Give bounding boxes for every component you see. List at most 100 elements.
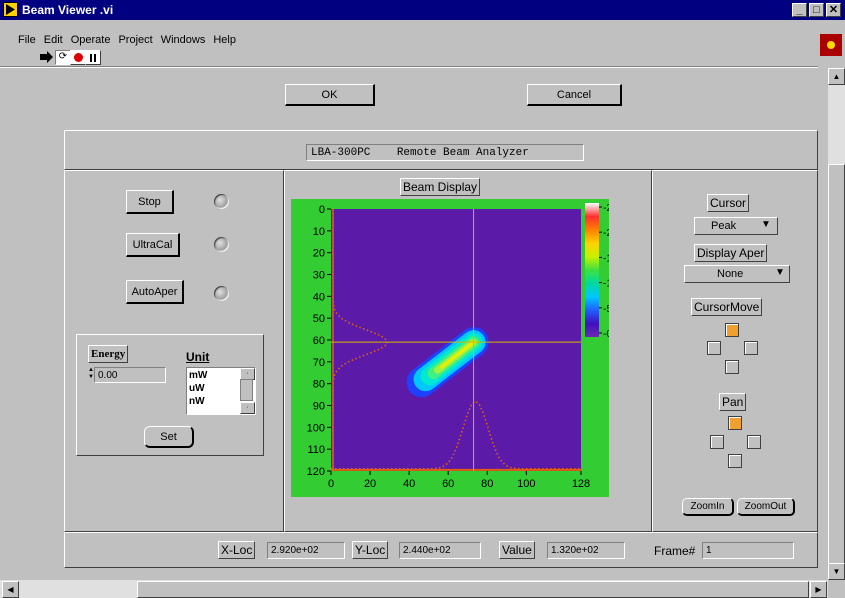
- beam-display-title: Beam Display: [400, 178, 481, 196]
- cursormove-label: CursorMove: [691, 298, 763, 316]
- scroll-right-arrow-icon[interactable]: ▶: [810, 581, 827, 598]
- colorbar-tick-label: -200: [603, 228, 609, 239]
- x-tick-label: 40: [403, 478, 415, 490]
- chevron-down-icon: ▼: [761, 219, 771, 230]
- colorbar-tick-label: -50: [603, 304, 609, 315]
- header-title: LBA-300PC Remote Beam Analyzer: [306, 144, 584, 161]
- pause-icon[interactable]: [85, 50, 101, 65]
- close-button[interactable]: ✕: [826, 3, 841, 17]
- y-tick-label: 90: [313, 401, 325, 413]
- xloc-label: X-Loc: [218, 541, 256, 559]
- display-aper-label: Display Aper: [694, 244, 768, 262]
- y-tick-label: 100: [307, 422, 325, 434]
- menu-project[interactable]: Project: [118, 34, 152, 46]
- cursormove-left-button[interactable]: [707, 341, 721, 355]
- chevron-down-icon: ▼: [775, 267, 785, 278]
- cursormove-up-button[interactable]: [725, 323, 739, 337]
- stop-button[interactable]: Stop: [126, 190, 174, 214]
- cursormove-down-button[interactable]: [725, 360, 739, 374]
- set-button[interactable]: Set: [144, 426, 194, 448]
- title-bar: Beam Viewer .vi _ □ ✕: [0, 0, 845, 20]
- labview-logo-icon: [820, 34, 842, 56]
- display-aper-select[interactable]: None ▼: [684, 265, 790, 283]
- pan-down-button[interactable]: [728, 454, 742, 468]
- y-tick-label: 0: [319, 204, 325, 216]
- x-tick-label: 20: [364, 478, 376, 490]
- ultracal-led: [214, 237, 229, 252]
- y-tick-label: 40: [313, 291, 325, 303]
- zoomin-button[interactable]: ZoomIn: [682, 498, 734, 516]
- x-tick-label: 100: [517, 478, 535, 490]
- scroll-up-arrow-icon[interactable]: ▲: [828, 68, 845, 85]
- energy-input[interactable]: 0.00: [94, 367, 166, 383]
- frame-value: 1: [702, 542, 794, 559]
- beam-display-chart: 0 10 20 30 40 50 60 70 80 90 100 110 120 0 20 40 60 80 10…: [291, 199, 623, 497]
- vertical-scrollbar[interactable]: ▲ ▼: [828, 68, 845, 580]
- run-arrow-icon[interactable]: [40, 51, 54, 63]
- colorbar-tick-label: -100: [603, 279, 609, 290]
- app-icon: [3, 2, 18, 17]
- menu-edit[interactable]: Edit: [44, 34, 63, 46]
- ok-button[interactable]: OK: [285, 84, 375, 106]
- zoomout-button[interactable]: ZoomOut: [737, 498, 795, 516]
- menu-bar: File Edit Operate Project Windows Help: [18, 34, 244, 46]
- y-tick-label: 50: [313, 313, 325, 325]
- display-aper-value: None: [717, 268, 744, 280]
- y-tick-label: 30: [313, 270, 325, 282]
- cursor-label: Cursor: [707, 194, 750, 212]
- y-tick-label: 110: [307, 444, 325, 456]
- pan-label: Pan: [719, 393, 747, 411]
- minimize-button[interactable]: _: [792, 3, 807, 17]
- y-tick-label: 70: [313, 357, 325, 369]
- unit-scroll-down[interactable]: ·: [240, 402, 255, 414]
- cursor-select-value: Peak: [711, 220, 737, 232]
- frame-label: Frame#: [654, 544, 696, 558]
- xloc-value: 2.920e+02: [267, 542, 345, 559]
- vertical-scroll-thumb[interactable]: [828, 164, 845, 570]
- abort-icon[interactable]: [70, 50, 86, 65]
- x-tick-label: 128: [572, 478, 590, 490]
- menu-operate[interactable]: Operate: [71, 34, 111, 46]
- stop-led: [214, 194, 229, 209]
- menu-windows[interactable]: Windows: [161, 34, 206, 46]
- y-tick-label: 80: [313, 379, 325, 391]
- scroll-down-arrow-icon[interactable]: ▼: [828, 563, 845, 580]
- x-tick-label: 0: [328, 478, 334, 490]
- value-value: 1.320e+02: [547, 542, 625, 559]
- yloc-label: Y-Loc: [352, 541, 389, 559]
- y-tick-label: 60: [313, 335, 325, 347]
- menu-help[interactable]: Help: [213, 34, 236, 46]
- pan-right-button[interactable]: [747, 435, 761, 449]
- colorbar-tick-label: -0: [603, 329, 609, 340]
- colorbar-tick-label: -150: [603, 253, 609, 264]
- y-tick-label: 20: [313, 248, 325, 260]
- value-label: Value: [499, 541, 535, 559]
- autoaper-led: [214, 286, 229, 301]
- ultracal-button[interactable]: UltraCal: [126, 233, 180, 257]
- pan-left-button[interactable]: [710, 435, 724, 449]
- x-tick-label: 80: [481, 478, 493, 490]
- maximize-button[interactable]: □: [809, 3, 824, 17]
- unit-scroll-track[interactable]: [240, 379, 253, 401]
- cursormove-right-button[interactable]: [744, 341, 758, 355]
- toolbar: ⟳: [0, 50, 818, 65]
- scroll-left-arrow-icon[interactable]: ◀: [2, 581, 19, 598]
- beam-heatmap-svg: 0 10 20 30 40 50 60 70 80 90 100 110 120 0 20 40 60 80 10…: [291, 199, 623, 497]
- run-continuous-icon[interactable]: ⟳: [55, 50, 71, 65]
- window-title: Beam Viewer .vi: [22, 3, 114, 17]
- cursor-select[interactable]: Peak ▼: [694, 217, 778, 235]
- autoaper-button[interactable]: AutoAper: [126, 280, 184, 304]
- y-tick-label: 10: [313, 226, 325, 238]
- y-tick-label: 120: [307, 466, 325, 478]
- horizontal-scrollbar[interactable]: ◀ ▶: [0, 580, 828, 598]
- menu-file[interactable]: File: [18, 34, 36, 46]
- front-panel: OK Cancel LBA-300PC Remote Beam Analyzer…: [8, 68, 818, 578]
- colorbar-tick-label: -255: [603, 203, 609, 214]
- x-tick-label: 60: [442, 478, 454, 490]
- colorbar-rect: [585, 203, 599, 337]
- pan-up-button[interactable]: [728, 416, 742, 430]
- yloc-value: 2.440e+02: [399, 542, 481, 559]
- horizontal-scroll-thumb[interactable]: [137, 581, 809, 598]
- cancel-button[interactable]: Cancel: [527, 84, 622, 106]
- unit-label: Unit: [186, 350, 210, 364]
